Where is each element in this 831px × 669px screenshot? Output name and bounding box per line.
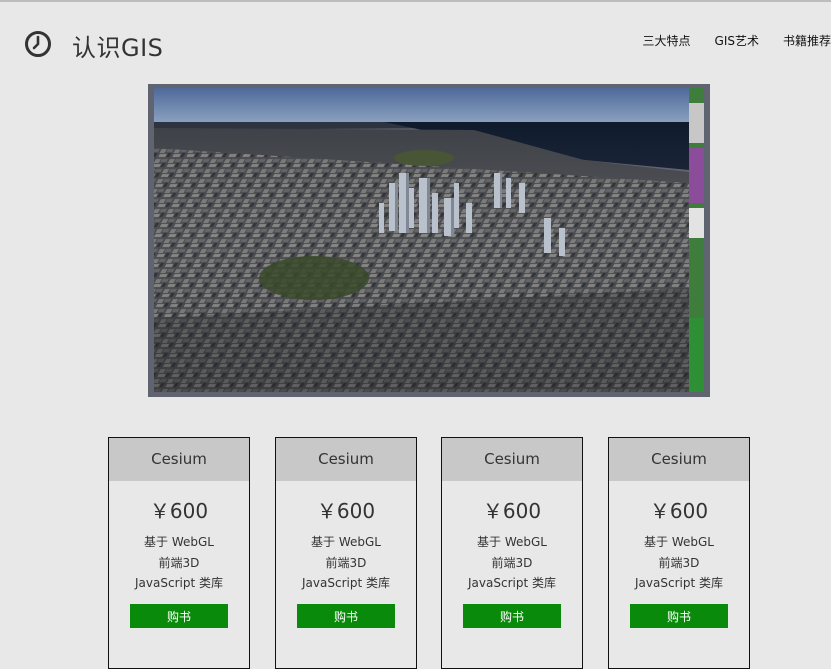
card-feature: JavaScript 类库 <box>442 573 582 594</box>
buy-button[interactable]: 购书 <box>297 604 395 628</box>
card-feature: 前端3D <box>442 553 582 574</box>
card-price: ￥600 <box>442 495 582 524</box>
clock-icon[interactable] <box>24 30 52 58</box>
card-feature: 前端3D <box>609 553 749 574</box>
card-feature: 前端3D <box>109 553 249 574</box>
product-card: Cesium ￥600 基于 WebGL 前端3D JavaScript 类库 … <box>441 437 583 669</box>
nav-item-books[interactable]: 书籍推荐 <box>783 32 831 49</box>
nav-item-features[interactable]: 三大特点 <box>643 32 691 49</box>
card-feature: 基于 WebGL <box>442 532 582 553</box>
card-price: ￥600 <box>276 495 416 524</box>
card-feature: 基于 WebGL <box>276 532 416 553</box>
product-card: Cesium ￥600 基于 WebGL 前端3D JavaScript 类库 … <box>608 437 750 669</box>
nav-item-gis-art[interactable]: GIS艺术 <box>715 32 759 49</box>
card-feature: 基于 WebGL <box>109 532 249 553</box>
product-card: Cesium ￥600 基于 WebGL 前端3D JavaScript 类库 … <box>108 437 250 669</box>
site-header: 认识GIS 三大特点 GIS艺术 书籍推荐 <box>0 2 831 82</box>
buy-button[interactable]: 购书 <box>630 604 728 628</box>
product-card: Cesium ￥600 基于 WebGL 前端3D JavaScript 类库 … <box>275 437 417 669</box>
card-feature: JavaScript 类库 <box>609 573 749 594</box>
buy-button[interactable]: 购书 <box>463 604 561 628</box>
card-title: Cesium <box>109 438 249 481</box>
book-cards: Cesium ￥600 基于 WebGL 前端3D JavaScript 类库 … <box>0 437 831 644</box>
city-3d-photo <box>154 88 704 392</box>
card-feature: 基于 WebGL <box>609 532 749 553</box>
main-nav: 三大特点 GIS艺术 书籍推荐 <box>643 32 831 49</box>
card-price: ￥600 <box>609 495 749 524</box>
site-title[interactable]: 认识GIS <box>72 28 163 63</box>
card-feature: JavaScript 类库 <box>276 573 416 594</box>
hero-frame <box>148 84 710 397</box>
card-feature: 前端3D <box>276 553 416 574</box>
card-feature: JavaScript 类库 <box>109 573 249 594</box>
buy-button[interactable]: 购书 <box>130 604 228 628</box>
card-price: ￥600 <box>109 495 249 524</box>
card-title: Cesium <box>609 438 749 481</box>
card-title: Cesium <box>276 438 416 481</box>
card-title: Cesium <box>442 438 582 481</box>
